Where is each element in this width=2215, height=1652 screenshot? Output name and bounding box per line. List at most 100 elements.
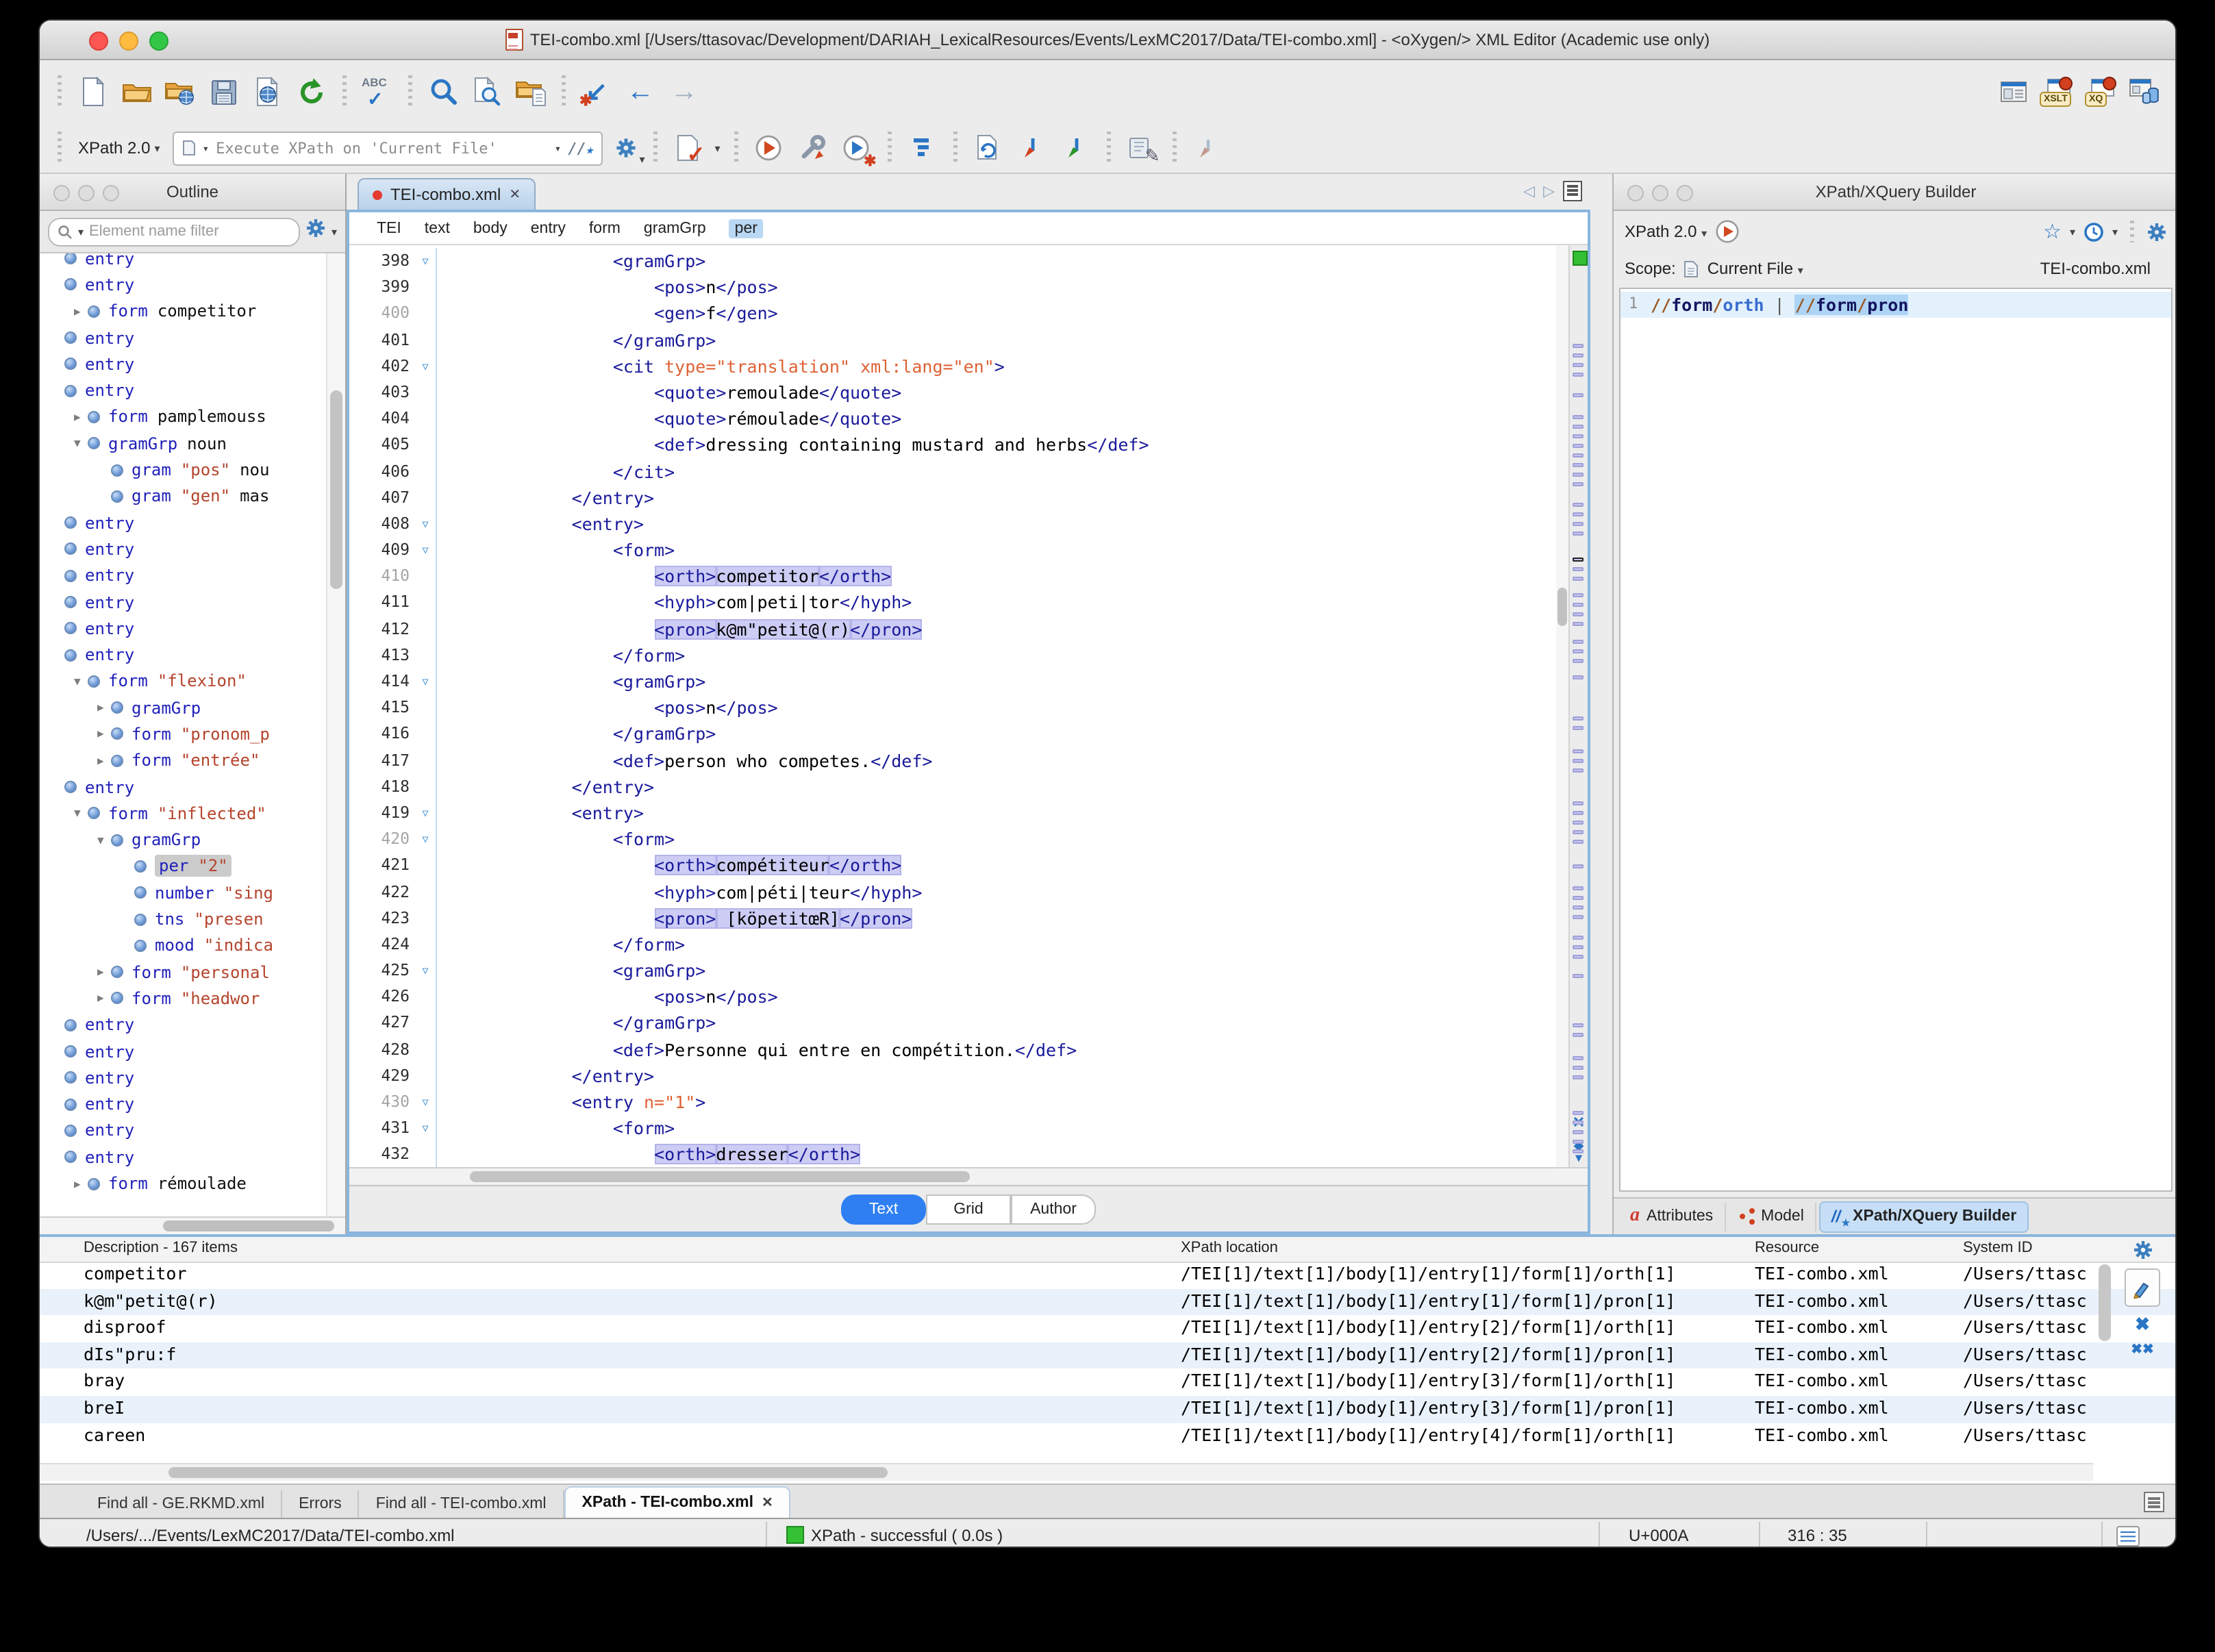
- outline-item[interactable]: entry: [40, 642, 326, 668]
- occurrence-marker[interactable]: [1573, 1130, 1584, 1135]
- occurrence-marker[interactable]: [1573, 344, 1584, 349]
- outline-item[interactable]: ▶ form "pronom_p: [40, 721, 326, 748]
- editor-vertical-scrollbar[interactable]: [1556, 245, 1568, 1167]
- tree-toggle-icon[interactable]: ▶: [97, 701, 111, 714]
- occurrence-marker[interactable]: [1573, 801, 1584, 806]
- occurrence-marker[interactable]: [1573, 896, 1584, 901]
- close-tab-icon[interactable]: ✕: [762, 1495, 773, 1510]
- scroll-tabs-left-icon[interactable]: ◁: [1523, 182, 1535, 200]
- result-row[interactable]: dIs"pru:f/TEI[1]/text[1]/body[1]/entry[2…: [40, 1342, 2175, 1369]
- code-line[interactable]: 413 </form>: [349, 642, 1555, 668]
- occurrence-marker[interactable]: [1573, 444, 1584, 449]
- occurrence-marker[interactable]: [1573, 577, 1584, 581]
- breadcrumb-item-per[interactable]: per: [729, 218, 763, 238]
- fold-toggle-icon[interactable]: ▽: [415, 826, 436, 852]
- outline-item[interactable]: ▼ form "inflected": [40, 800, 326, 827]
- occurrence-marker[interactable]: [1573, 905, 1584, 910]
- code-line[interactable]: 427 </gramGrp>: [349, 1010, 1555, 1037]
- outline-item[interactable]: entry: [40, 1012, 326, 1038]
- occurrence-marker[interactable]: [1573, 915, 1584, 920]
- last-edit-location-button[interactable]: ↙ ✱: [579, 75, 614, 109]
- occurrence-marker[interactable]: [1573, 393, 1584, 398]
- occurrence-marker[interactable]: [1573, 522, 1584, 527]
- outline-item[interactable]: ▼ gramGrp: [40, 827, 326, 853]
- occurrence-marker[interactable]: [1573, 1121, 1584, 1125]
- outline-vertical-scrollbar[interactable]: [326, 253, 345, 1216]
- builder-version-dropdown[interactable]: XPath 2.0 ▾: [1625, 222, 1707, 241]
- occurrence-marker[interactable]: [1573, 936, 1584, 940]
- code-line[interactable]: 426 <pos>n</pos>: [349, 984, 1555, 1010]
- toolbar-grip[interactable]: [1106, 132, 1111, 164]
- occurrence-marker[interactable]: [1573, 363, 1584, 368]
- occurrence-marker[interactable]: [1573, 531, 1584, 536]
- xpath-builder-shortcut-icon[interactable]: //★: [568, 139, 592, 157]
- outline-item[interactable]: gram "pos" nou: [40, 457, 326, 484]
- breadcrumb-item-gramGrp[interactable]: gramGrp: [644, 220, 706, 236]
- outline-item[interactable]: ▶ form "headwor: [40, 986, 326, 1012]
- code-line[interactable]: 417 <def>person who competes.</def>: [349, 747, 1555, 774]
- editor-tab[interactable]: TEI-combo.xml ✕: [358, 178, 536, 210]
- code-line[interactable]: 419 ▽ <entry>: [349, 799, 1555, 827]
- toolbar-grip[interactable]: [58, 132, 62, 164]
- outline-item[interactable]: entry: [40, 253, 326, 272]
- result-row[interactable]: careen/TEI[1]/text[1]/body[1]/entry[4]/f…: [40, 1423, 2175, 1449]
- occurrence-marker[interactable]: [1573, 558, 1584, 562]
- code-line[interactable]: 428 <def>Personne qui entre en compétiti…: [349, 1036, 1555, 1063]
- breadcrumb-item-form[interactable]: form: [589, 220, 621, 236]
- database-perspective-button[interactable]: [2127, 75, 2162, 109]
- occurrence-marker[interactable]: [1573, 434, 1584, 439]
- toolbar-grip[interactable]: [887, 132, 892, 164]
- reload-icon[interactable]: [295, 75, 329, 109]
- code-line[interactable]: 425 ▽ <gramGrp>: [349, 958, 1555, 984]
- outline-item[interactable]: entry: [40, 1118, 326, 1144]
- result-row[interactable]: competitor/TEI[1]/text[1]/body[1]/entry[…: [40, 1262, 2175, 1288]
- view-mode-grid[interactable]: Grid: [926, 1194, 1011, 1224]
- search-icon[interactable]: [426, 75, 460, 109]
- occurrence-marker[interactable]: [1573, 716, 1584, 721]
- occurrence-marker[interactable]: [1573, 1066, 1584, 1071]
- tree-toggle-icon[interactable]: ▼: [97, 834, 111, 846]
- fold-toggle-icon[interactable]: ▽: [415, 511, 436, 537]
- back-button[interactable]: ←: [623, 75, 658, 109]
- code-line[interactable]: 432 <orth>dresser</orth>: [349, 1141, 1555, 1167]
- outline-item[interactable]: gram "gen" mas: [40, 483, 326, 510]
- fold-toggle-icon[interactable]: ▽: [415, 537, 436, 563]
- outline-item[interactable]: entry: [40, 510, 326, 536]
- fold-toggle-icon[interactable]: ▽: [415, 668, 436, 694]
- scope-selector[interactable]: Current File ▾: [1707, 259, 1803, 278]
- toolbar-grip[interactable]: [734, 132, 738, 164]
- outline-item[interactable]: ▶ form competitor: [40, 298, 326, 325]
- occurrence-marker[interactable]: [1573, 1023, 1584, 1028]
- fold-toggle-icon[interactable]: ▽: [415, 353, 436, 379]
- open-url-button[interactable]: [163, 75, 197, 109]
- breadcrumb-item-TEI[interactable]: TEI: [377, 220, 401, 236]
- outline-item[interactable]: entry: [40, 1038, 326, 1065]
- validate-dropdown-caret[interactable]: ▾: [714, 142, 720, 154]
- tree-toggle-icon[interactable]: ▼: [74, 675, 88, 688]
- outline-item[interactable]: entry: [40, 774, 326, 801]
- occurrence-marker[interactable]: [1573, 473, 1584, 477]
- column-xpath-location[interactable]: XPath location: [1181, 1240, 1278, 1256]
- builder-tab-attributes[interactable]: a Attributes: [1619, 1202, 1726, 1231]
- results-settings-gear-icon[interactable]: [2132, 1240, 2153, 1260]
- debug-xquery-button[interactable]: XQ: [2083, 75, 2118, 109]
- occurrence-marker[interactable]: [1573, 886, 1584, 891]
- validation-status-icon[interactable]: [1572, 251, 1587, 266]
- column-resource[interactable]: Resource: [1755, 1240, 1819, 1256]
- tree-toggle-icon[interactable]: ▶: [97, 992, 111, 1005]
- toolbar-grip[interactable]: [58, 75, 62, 108]
- outline-item[interactable]: tns "presen: [40, 906, 326, 933]
- builder-tab-model[interactable]: Model: [1728, 1202, 1816, 1231]
- code-line[interactable]: 423 <pron> [köpetitœR]</pron>: [349, 905, 1555, 931]
- spell-check-button[interactable]: ABC ✓: [360, 75, 395, 109]
- toolbar-grip[interactable]: [953, 132, 958, 164]
- breadcrumb-item-body[interactable]: body: [473, 220, 508, 236]
- occurrence-marker[interactable]: [1573, 593, 1584, 598]
- occurrence-marker[interactable]: [1573, 1056, 1584, 1061]
- outline-item[interactable]: entry: [40, 1064, 326, 1091]
- close-tab-icon[interactable]: ✕: [509, 187, 521, 202]
- find-in-files-button[interactable]: [470, 75, 504, 109]
- apply-transformation-button[interactable]: [752, 131, 786, 165]
- forward-button[interactable]: →: [667, 75, 701, 109]
- code-line[interactable]: 400 <gen>f</gen>: [349, 300, 1555, 327]
